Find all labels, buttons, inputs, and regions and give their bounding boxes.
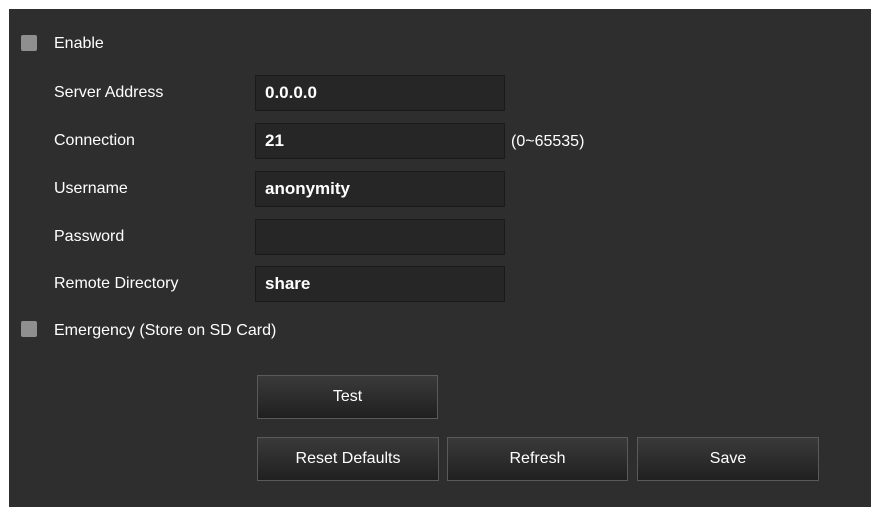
remote-directory-label: Remote Directory [54,275,179,292]
enable-checkbox[interactable] [21,35,37,51]
username-label: Username [54,180,128,197]
reset-defaults-button[interactable]: Reset Defaults [257,437,439,481]
password-label: Password [54,228,125,245]
emergency-checkbox[interactable] [21,321,37,337]
test-button[interactable]: Test [257,375,438,419]
remote-directory-input[interactable] [255,266,505,302]
enable-label: Enable [54,35,104,52]
connection-label: Connection [54,132,135,149]
connection-port-input[interactable] [255,123,505,159]
password-input[interactable] [255,219,505,255]
emergency-label: Emergency (Store on SD Card) [54,322,277,339]
server-address-label: Server Address [54,84,164,101]
save-button[interactable]: Save [637,437,819,481]
server-address-input[interactable] [255,75,505,111]
username-input[interactable] [255,171,505,207]
ftp-settings-panel: Enable Server Address Connection (0~6553… [9,9,871,507]
connection-range-hint: (0~65535) [511,133,585,150]
refresh-button[interactable]: Refresh [447,437,628,481]
